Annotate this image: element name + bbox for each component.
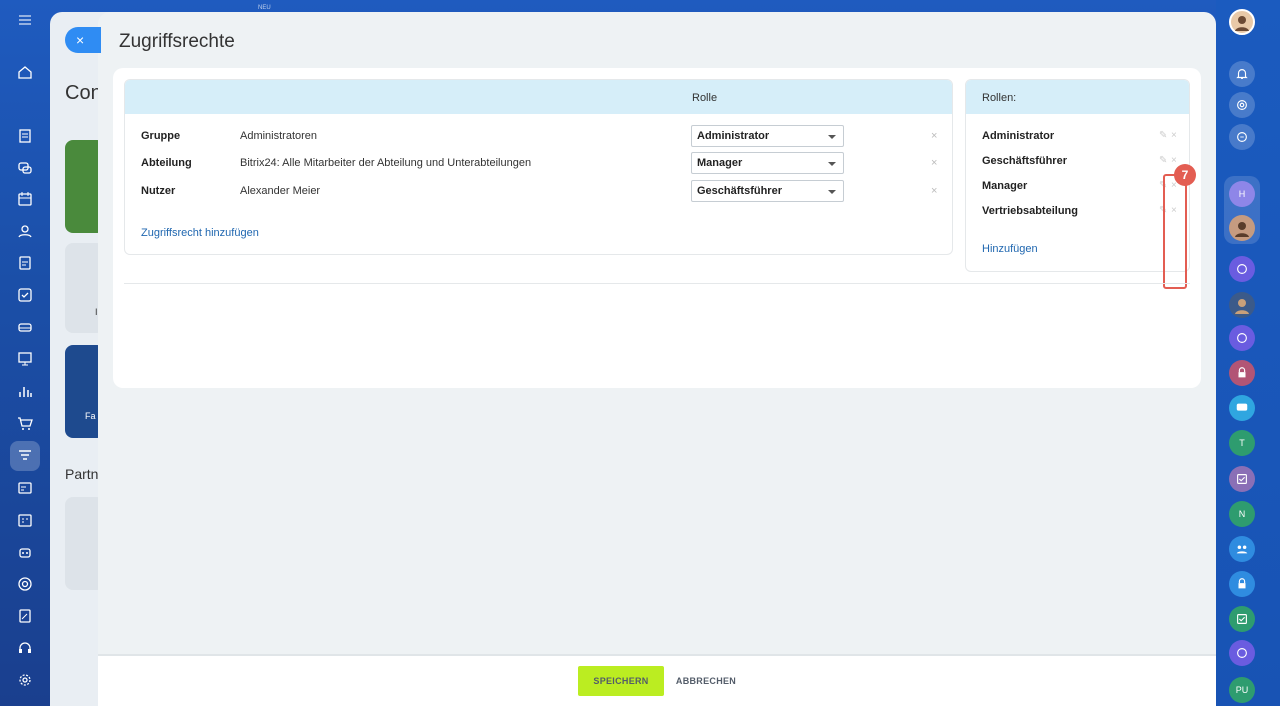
cancel-button[interactable]: ABBRECHEN <box>672 666 740 696</box>
roles-list: Rollen: Administrator ✎ × Geschäftsführe… <box>965 79 1190 272</box>
remove-permission-icon[interactable]: × <box>931 185 937 197</box>
file-icon[interactable] <box>15 253 35 273</box>
copilot-chat-icon[interactable] <box>1229 325 1255 351</box>
calendar-icon[interactable] <box>15 189 35 209</box>
funnel-icon[interactable] <box>15 446 35 466</box>
divider <box>124 283 1190 284</box>
target-icon[interactable] <box>15 574 35 594</box>
dropdown-caret-icon <box>828 190 836 194</box>
role-select[interactable]: Manager <box>691 152 844 174</box>
permission-row: Gruppe Administratoren Administrator × <box>141 125 941 147</box>
analytics-icon[interactable] <box>15 381 35 401</box>
chat-avatar-pu[interactable]: PU <box>1229 677 1255 703</box>
dropdown-caret-icon <box>828 135 836 139</box>
menu-icon[interactable] <box>15 10 35 30</box>
chat-avatar-t[interactable]: T <box>1229 430 1255 456</box>
lock-chat-icon[interactable] <box>1229 360 1255 386</box>
chat-avatar-photo[interactable] <box>1229 292 1255 318</box>
left-sidebar <box>0 0 50 706</box>
role-select[interactable]: Geschäftsführer <box>691 180 844 202</box>
document-icon[interactable] <box>15 126 35 146</box>
role-item: Administrator <box>982 130 1055 142</box>
save-button[interactable]: SPEICHERN <box>578 666 664 696</box>
role-item: Manager <box>982 180 1028 192</box>
new-label: NEU <box>258 5 271 11</box>
delete-role-icon[interactable]: × <box>1171 155 1177 166</box>
permission-row: Nutzer Alexander Meier Geschäftsführer × <box>141 180 941 202</box>
permission-subject: Bitrix24: Alle Mitarbeiter der Abteilung… <box>240 157 532 169</box>
permission-type: Abteilung <box>141 157 192 169</box>
edit-role-icon[interactable]: ✎ <box>1159 155 1167 166</box>
role-select-value: Geschäftsführer <box>697 185 782 197</box>
permissions-table: Rolle Gruppe Administratoren Administrat… <box>124 79 953 255</box>
home-icon[interactable] <box>15 62 35 82</box>
chat-avatar-photo[interactable] <box>1229 215 1255 241</box>
robot-icon[interactable] <box>15 542 35 562</box>
settings-gear-icon[interactable] <box>15 670 35 690</box>
footer-bar: SPEICHERN ABBRECHEN <box>98 654 1216 706</box>
permission-subject: Administratoren <box>240 130 318 142</box>
role-select-value: Administrator <box>697 130 770 142</box>
presentation-icon[interactable] <box>15 349 35 369</box>
role-item: Vertriebsabteilung <box>982 205 1078 217</box>
drive-icon[interactable] <box>15 317 35 337</box>
background-partner-heading: Partn <box>65 466 99 482</box>
role-select-value: Manager <box>697 157 743 169</box>
remove-permission-icon[interactable]: × <box>931 157 937 169</box>
card-icon[interactable] <box>15 478 35 498</box>
lock-chat-icon[interactable] <box>1229 571 1255 597</box>
headset-icon[interactable] <box>15 638 35 658</box>
edit-role-icon[interactable]: ✎ <box>1159 130 1167 141</box>
message-chat-icon[interactable] <box>1229 395 1255 421</box>
bell-icon[interactable] <box>1229 61 1255 87</box>
search-chat-icon[interactable] <box>1229 124 1255 150</box>
cart-icon[interactable] <box>15 413 35 433</box>
permission-type: Nutzer <box>141 185 176 197</box>
add-access-right-link[interactable]: Zugriffsrecht hinzufügen <box>141 227 259 239</box>
role-item: Geschäftsführer <box>982 155 1067 167</box>
permission-subject: Alexander Meier <box>240 185 321 197</box>
page-title: Zugriffsrechte <box>119 31 235 52</box>
schedule-icon[interactable] <box>15 510 35 530</box>
delete-role-icon[interactable]: × <box>1171 130 1177 141</box>
annotation-badge: 7 <box>1174 164 1196 186</box>
copilot-icon[interactable] <box>1229 92 1255 118</box>
sign-icon[interactable] <box>15 606 35 626</box>
close-slider-button[interactable]: × <box>65 27 101 53</box>
permission-type: Gruppe <box>141 130 181 142</box>
chat-avatar-h[interactable]: H <box>1229 181 1255 207</box>
task-chat-icon[interactable] <box>1229 466 1255 492</box>
chat-icon[interactable] <box>15 158 35 178</box>
permission-row: Abteilung Bitrix24: Alle Mitarbeiter der… <box>141 152 941 174</box>
team-icon[interactable] <box>15 221 35 241</box>
dropdown-caret-icon <box>828 162 836 166</box>
settings-panel: Rolle Gruppe Administratoren Administrat… <box>113 68 1201 388</box>
access-rights-slider: Zugriffsrechte Rolle Gruppe Administrato… <box>98 12 1216 706</box>
copilot-chat-icon[interactable] <box>1229 256 1255 282</box>
checkbox-icon[interactable] <box>15 285 35 305</box>
background-card-label: Fa <box>85 411 96 421</box>
roles-header-label: Rollen: <box>982 92 1017 104</box>
add-role-link[interactable]: Hinzufügen <box>982 243 1038 255</box>
group-chat-icon[interactable] <box>1229 536 1255 562</box>
background-title: Con <box>65 82 102 104</box>
remove-permission-icon[interactable]: × <box>931 130 937 142</box>
annotation-highlight <box>1163 174 1187 289</box>
right-sidebar: H T N PU <box>1216 0 1280 706</box>
user-avatar[interactable] <box>1229 9 1255 35</box>
roles-header: Rollen: <box>966 80 1189 114</box>
role-select[interactable]: Administrator <box>691 125 844 147</box>
role-column-header: Rolle <box>692 92 718 104</box>
task-chat-icon[interactable] <box>1229 606 1255 632</box>
chat-avatar-n[interactable]: N <box>1229 501 1255 527</box>
permissions-header: Rolle <box>125 80 952 114</box>
copilot-chat-icon[interactable] <box>1229 640 1255 666</box>
